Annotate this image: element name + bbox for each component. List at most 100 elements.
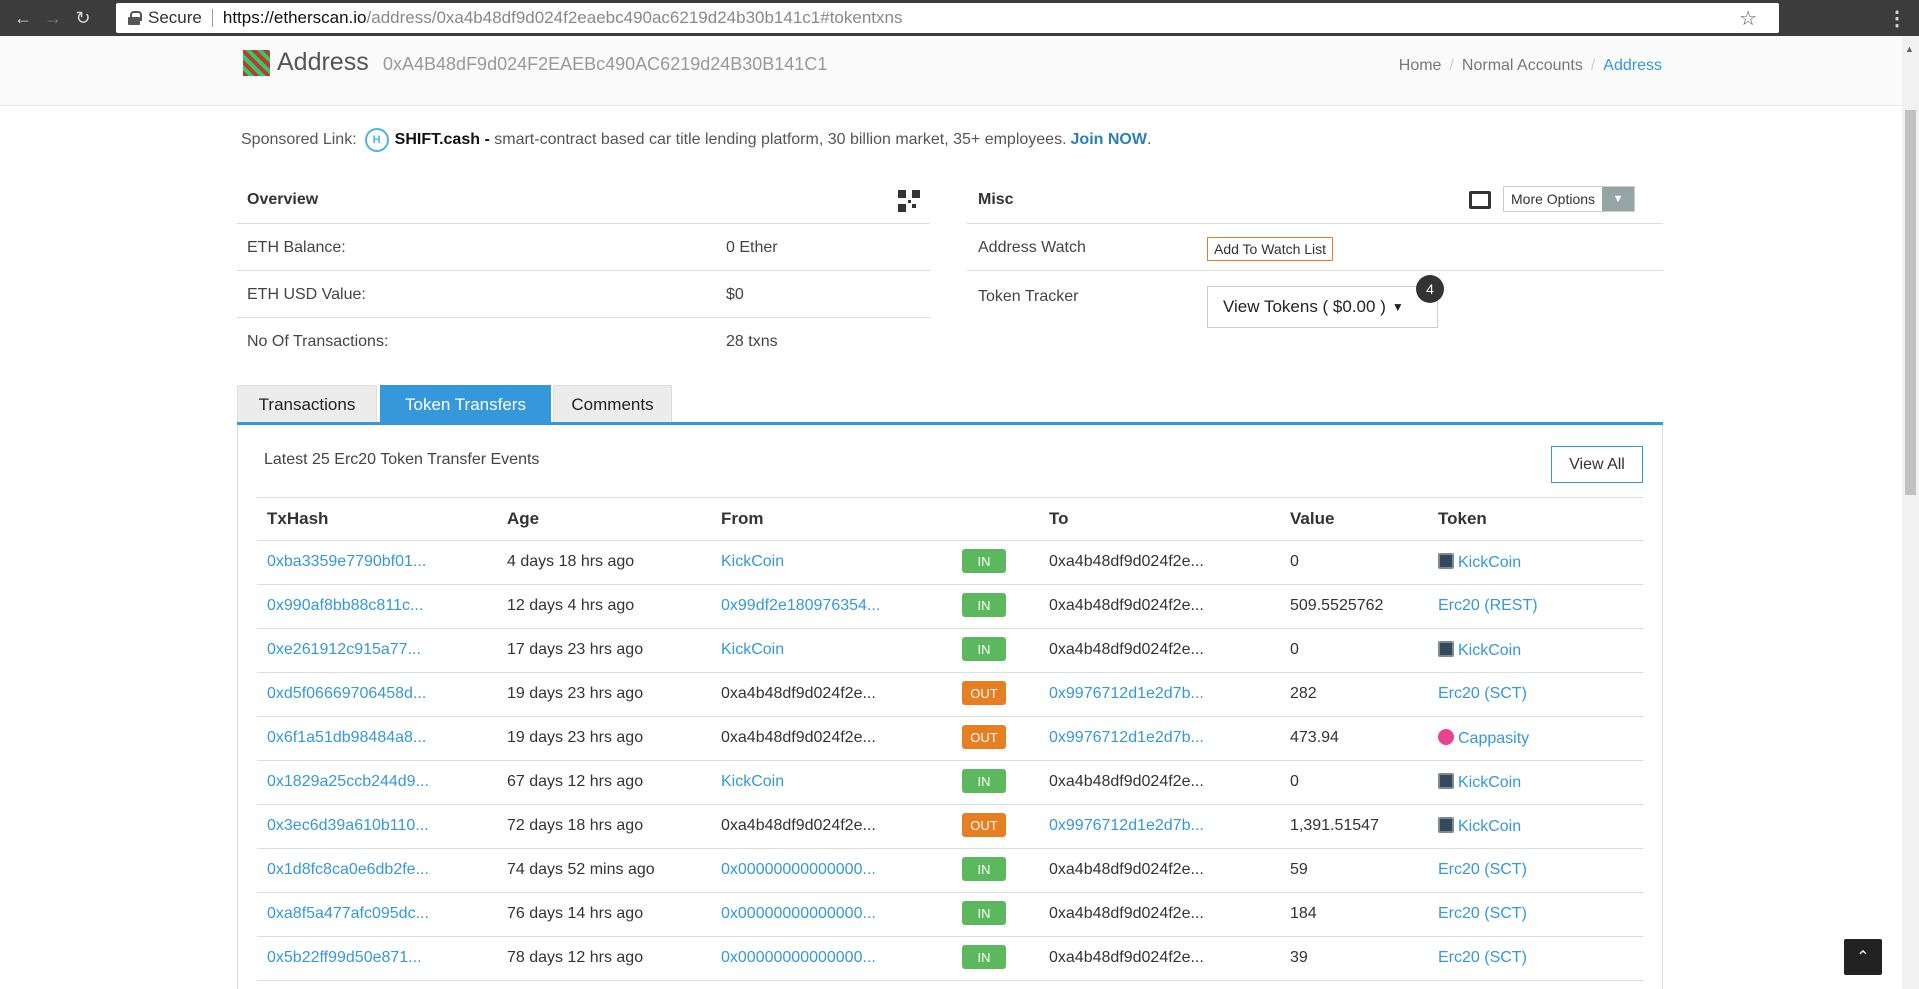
token-link[interactable]: Erc20 (SCT): [1438, 905, 1527, 922]
kickcoin-icon: [1438, 817, 1454, 833]
to-address: 0xa4b48df9d024f2e...: [1049, 905, 1204, 922]
from-address[interactable]: KickCoin: [721, 641, 784, 659]
token-value: 1,391.51547: [1290, 817, 1379, 834]
token-value: 184: [1290, 905, 1317, 922]
token-cell: Erc20 (SCT): [1438, 861, 1527, 879]
kickcoin-icon: [1438, 641, 1454, 657]
token-cell: Erc20 (REST): [1438, 597, 1538, 615]
scroll-up-arrow-icon[interactable]: ▲: [1905, 44, 1914, 54]
to-address[interactable]: 0x9976712d1e2d7b...: [1049, 729, 1204, 747]
to-address[interactable]: 0x9976712d1e2d7b...: [1049, 685, 1204, 703]
token-link[interactable]: Erc20 (SCT): [1438, 685, 1527, 702]
address-watch-label: Address Watch: [978, 239, 1086, 256]
from-address[interactable]: KickCoin: [721, 773, 784, 791]
token-value: 473.94: [1290, 729, 1339, 746]
tx-hash-link[interactable]: 0x6f1a51db98484a8...: [267, 729, 426, 747]
join-now-link[interactable]: Join NOW: [1071, 131, 1147, 149]
identicon: [243, 50, 270, 76]
qr-code-icon[interactable]: [898, 190, 920, 212]
token-cell: Cappasity: [1438, 729, 1529, 748]
tx-hash-link[interactable]: 0xe261912c915a77...: [267, 641, 421, 659]
reload-icon[interactable]: ↻: [68, 3, 98, 33]
table-header: TxHash Age From To Value Token: [257, 497, 1643, 541]
tx-hash-link[interactable]: 0x1d8fc8ca0e6db2fe...: [267, 861, 429, 879]
view-all-button[interactable]: View All: [1551, 446, 1643, 483]
token-link[interactable]: Erc20 (SCT): [1438, 949, 1527, 966]
star-icon[interactable]: ☆: [1739, 6, 1757, 31]
caret-down-icon: ▼: [1391, 300, 1404, 314]
breadcrumb-normal-accounts[interactable]: Normal Accounts: [1462, 57, 1583, 75]
token-cell: Erc20 (SCT): [1438, 949, 1527, 967]
to-address: 0xa4b48df9d024f2e...: [1049, 641, 1204, 658]
add-to-watch-list-button[interactable]: Add To Watch List: [1207, 237, 1334, 261]
address-bar[interactable]: Secure https://etherscan.io/address/0xa4…: [116, 3, 1779, 33]
to-address: 0xa4b48df9d024f2e...: [1049, 553, 1204, 570]
shift-logo-icon: H: [364, 128, 389, 152]
to-address: 0xa4b48df9d024f2e...: [1049, 949, 1204, 966]
direction-badge: IN: [962, 857, 1006, 881]
kickcoin-icon: [1438, 773, 1454, 789]
from-address[interactable]: 0x99df2e180976354...: [721, 597, 880, 615]
col-txhash: TxHash: [267, 509, 329, 528]
token-value: 39: [1290, 949, 1308, 966]
breadcrumb-address[interactable]: Address: [1603, 57, 1662, 75]
tab-token-transfers[interactable]: Token Transfers: [380, 385, 551, 424]
tx-hash-link[interactable]: 0x5b22ff99d50e871...: [267, 949, 422, 967]
direction-badge: IN: [962, 769, 1006, 793]
tab-comments[interactable]: Comments: [553, 385, 672, 424]
from-address[interactable]: KickCoin: [721, 553, 784, 571]
kickcoin-icon: [1438, 553, 1454, 569]
transfers-heading: Latest 25 Erc20 Token Transfer Events: [264, 451, 540, 468]
token-link[interactable]: Erc20 (SCT): [1438, 861, 1527, 878]
table-row: 0x990af8bb88c811c... 12 days 4 hrs ago 0x9…: [257, 585, 1643, 629]
from-address[interactable]: 0x00000000000000...: [721, 861, 876, 879]
col-token: Token: [1438, 509, 1487, 528]
divider: [237, 317, 930, 318]
divider: [967, 223, 1663, 224]
sponsor-brand[interactable]: SHIFT.cash -: [395, 131, 490, 149]
token-link[interactable]: KickCoin: [1458, 774, 1521, 791]
print-icon[interactable]: [1469, 191, 1491, 209]
tx-age: 67 days 12 hrs ago: [507, 773, 644, 790]
overview-title: Overview: [247, 191, 319, 208]
page-title: Address: [277, 48, 369, 76]
from-address[interactable]: 0x00000000000000...: [721, 905, 876, 923]
more-options-button[interactable]: More Options ▼: [1503, 186, 1636, 212]
token-cell: Erc20 (SCT): [1438, 905, 1527, 923]
tx-hash-link[interactable]: 0xba3359e7790bf01...: [267, 553, 426, 571]
token-link[interactable]: KickCoin: [1458, 554, 1521, 571]
token-link[interactable]: Erc20 (REST): [1438, 597, 1538, 614]
tx-hash-link[interactable]: 0x1829a25ccb244d9...: [267, 773, 429, 791]
browser-menu-icon[interactable]: ⋮: [1887, 6, 1907, 31]
tx-hash-link[interactable]: 0x3ec6d39a610b110...: [267, 817, 429, 835]
more-options-label: More Options: [1504, 187, 1603, 211]
tx-age: 76 days 14 hrs ago: [507, 905, 644, 922]
direction-badge: OUT: [962, 725, 1006, 749]
tab-transactions[interactable]: Transactions: [237, 385, 377, 424]
breadcrumb-home[interactable]: Home: [1399, 57, 1442, 75]
tx-hash-link[interactable]: 0xd5f06669706458d...: [267, 685, 426, 703]
tx-age: 19 days 23 hrs ago: [507, 685, 644, 702]
token-value: 282: [1290, 685, 1317, 702]
token-cell: KickCoin: [1438, 817, 1521, 836]
chevron-down-icon: ▼: [1602, 187, 1635, 211]
tx-hash-link[interactable]: 0x990af8bb88c811c...: [267, 597, 423, 615]
sponsor-suffix: .: [1146, 131, 1152, 148]
from-address[interactable]: 0x00000000000000...: [721, 949, 876, 967]
divider: [237, 223, 930, 224]
token-tracker-label: Token Tracker: [978, 288, 1079, 305]
token-link[interactable]: KickCoin: [1458, 818, 1521, 835]
token-link[interactable]: KickCoin: [1458, 642, 1521, 659]
back-arrow-icon[interactable]: ←: [8, 3, 38, 33]
view-tokens-dropdown[interactable]: View Tokens ( $0.00 ) ▼: [1207, 286, 1438, 328]
forward-arrow-icon[interactable]: →: [38, 3, 68, 33]
scrollbar-thumb[interactable]: [1905, 110, 1916, 495]
lock-icon: [128, 11, 142, 25]
to-address[interactable]: 0x9976712d1e2d7b...: [1049, 817, 1204, 835]
col-from: From: [721, 509, 764, 528]
eth-usd-value: $0: [726, 286, 744, 303]
chevron-up-icon[interactable]: ⌃: [1844, 939, 1882, 975]
tx-hash-link[interactable]: 0xa8f5a477afc095dc...: [267, 905, 429, 923]
table-row: 0x1829a25ccb244d9... 67 days 12 hrs ago Ki…: [257, 761, 1643, 805]
token-link[interactable]: Cappasity: [1458, 730, 1529, 747]
